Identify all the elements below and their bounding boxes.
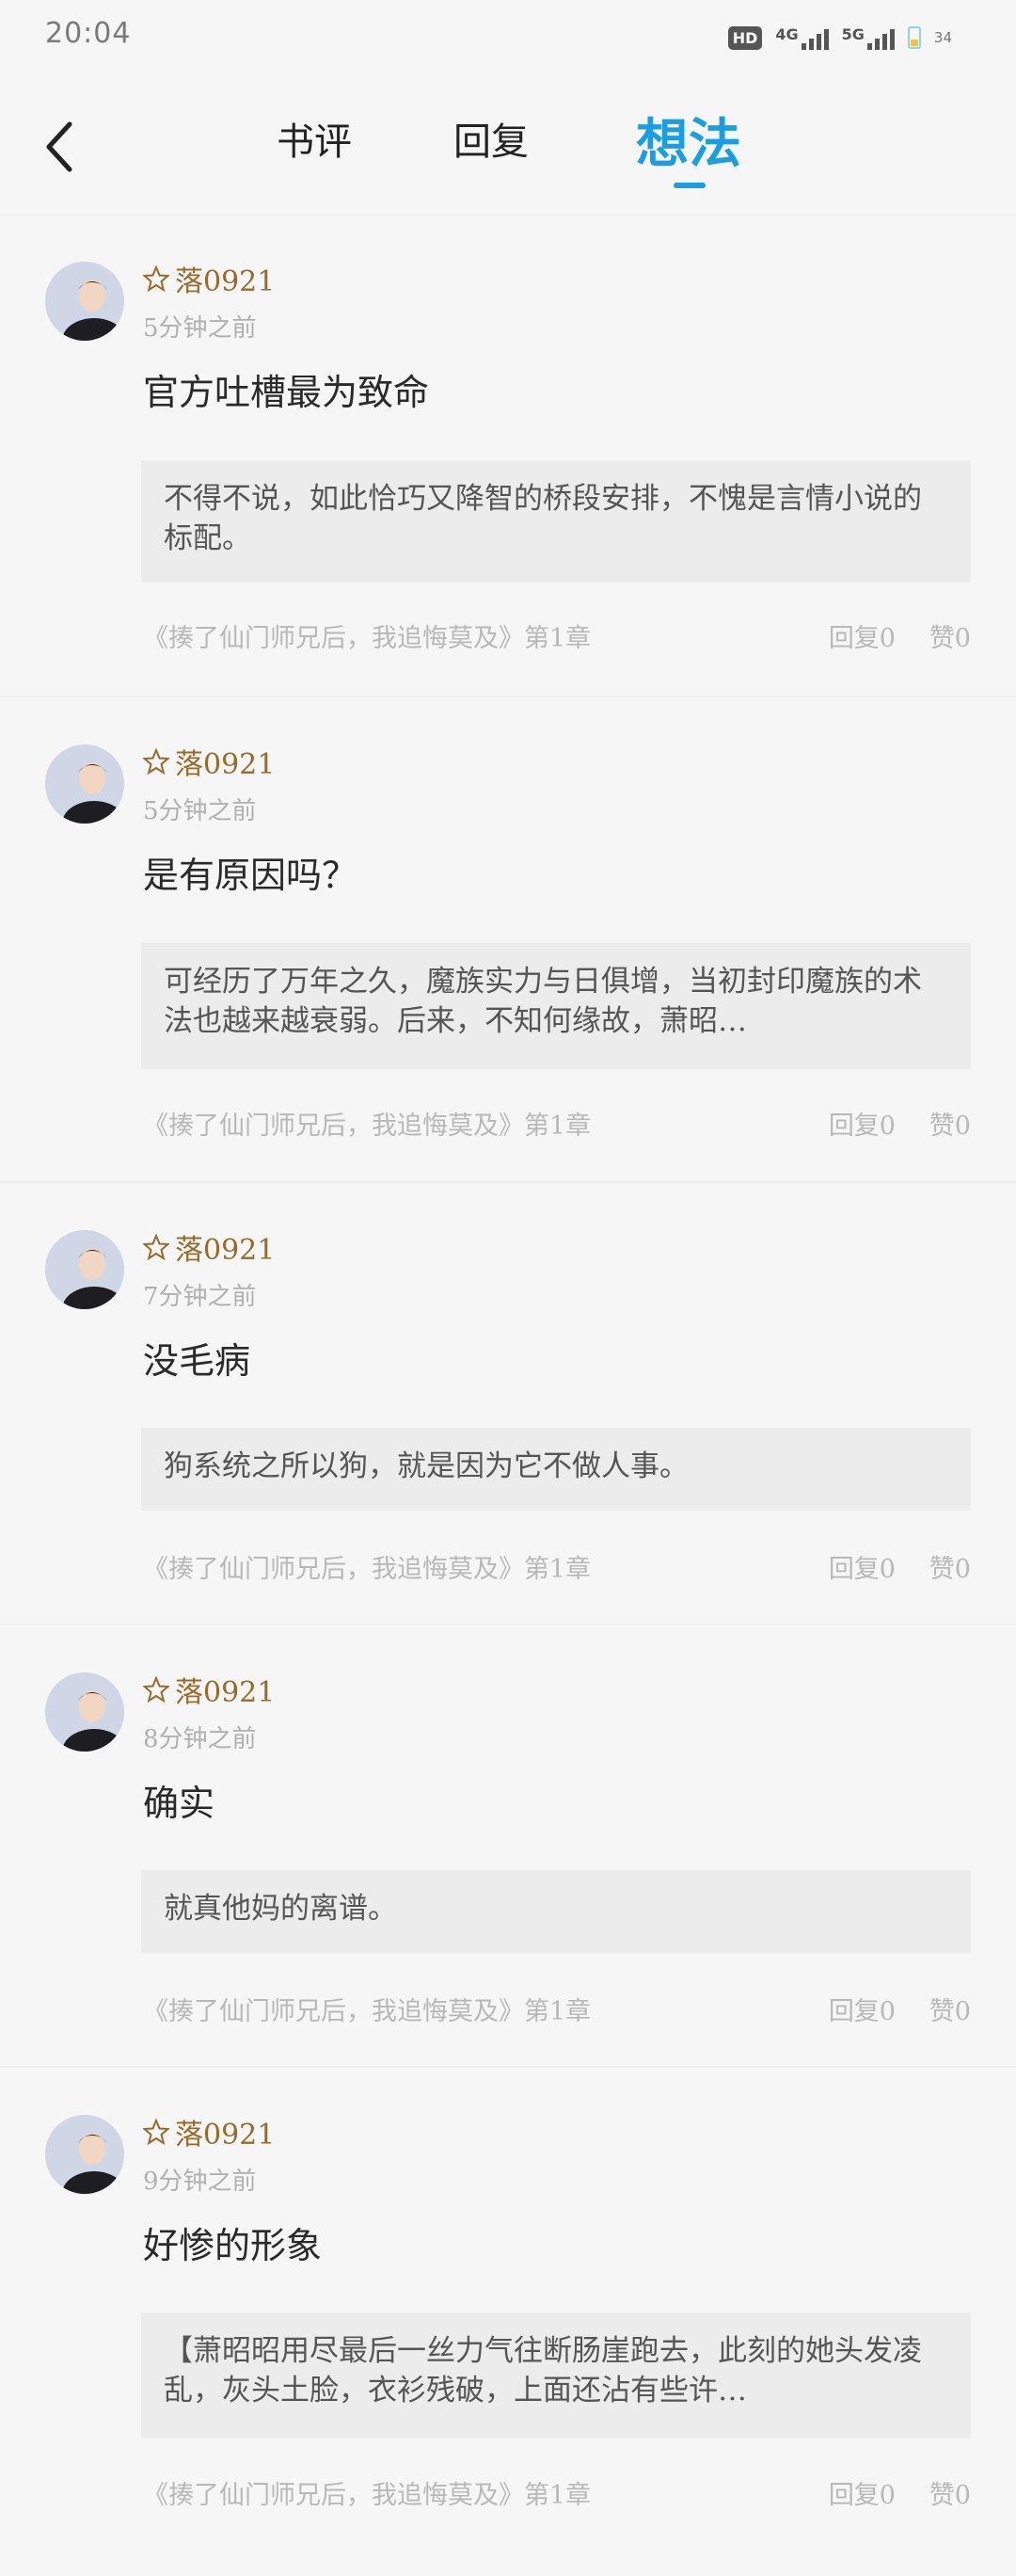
user-info: 落0921 [143,741,275,782]
post-time: 5分钟之前 [143,314,257,343]
status-time: 20:04 [45,17,132,50]
post-title: 好惨的形象 [143,2225,323,2266]
quote-text: 就真他妈的离谱。 [164,1892,397,1926]
post-footer: 《揍了仙门师兄后，我追悔莫及》第1章 回复0 赞0 [143,1105,971,1141]
thought-card[interactable]: 落0921 5分钟之前 是有原因吗？ 可经历了万年之久，魔族实力与日俱增，当初封… [0,697,1016,1183]
star-icon [143,265,169,292]
book-quote[interactable]: 就真他妈的离谱。 [141,1870,971,1953]
tab-replies[interactable]: 回复 [453,111,529,166]
post-title: 是有原因吗？ [143,855,358,896]
cellular-signal-2: 5G [842,25,895,50]
network-type-label: 5G [841,25,865,43]
quote-text: 狗系统之所以狗，就是因为它不做人事。 [164,1449,689,1483]
like-button[interactable]: 赞0 [929,1105,971,1142]
post-title: 官方吐槽最为致命 [143,372,430,413]
book-chapter-link[interactable]: 《揍了仙门师兄后，我追悔莫及》第1章 [143,2474,591,2511]
star-icon [143,1676,169,1703]
chevron-left-icon [46,121,72,172]
book-chapter-link[interactable]: 《揍了仙门师兄后，我追悔莫及》第1章 [143,617,591,654]
back-button[interactable] [41,117,79,177]
book-chapter-link[interactable]: 《揍了仙门师兄后，我追悔莫及》第1章 [143,1991,591,2027]
book-chapter-link[interactable]: 《揍了仙门师兄后，我追悔莫及》第1章 [143,1105,591,1142]
status-icons: HD 4G 5G 34 [727,19,952,56]
thought-card[interactable]: 落0921 8分钟之前 确实 就真他妈的离谱。 《揍了仙门师兄后，我追悔莫及》第… [0,1625,1016,2068]
post-time: 9分钟之前 [143,2168,257,2196]
cellular-signal-1: 4G [775,25,829,50]
avatar[interactable] [45,2115,124,2194]
network-type-label: 4G [775,25,799,43]
thought-card[interactable]: 落0921 7分钟之前 没毛病 狗系统之所以狗，就是因为它不做人事。 《揍了仙门… [0,1183,1016,1625]
star-icon [143,1234,169,1260]
username[interactable]: 落0921 [175,1669,275,1710]
reply-button[interactable]: 回复0 [829,1105,896,1142]
tab-reviews[interactable]: 书评 [277,111,352,166]
thoughts-feed: 落0921 5分钟之前 官方吐槽最为致命 不得不说，如此恰巧又降智的桥段安排，不… [0,215,1016,2576]
user-info: 落0921 [143,2111,275,2152]
hd-voice-badge: HD [727,25,763,50]
signal-bars-icon [801,25,829,50]
signal-bars-icon [866,25,895,50]
active-tab-indicator [674,183,706,188]
post-footer: 《揍了仙门师兄后，我追悔莫及》第1章 回复0 赞0 [143,2474,971,2510]
post-title: 确实 [143,1783,215,1824]
status-bar: 20:04 HD 4G 5G 34 [0,0,1016,73]
post-footer: 《揍了仙门师兄后，我追悔莫及》第1章 回复0 赞0 [143,617,971,653]
battery-icon [907,26,921,49]
quote-text: 不得不说，如此恰巧又降智的桥段安排，不愧是言情小说的标配。 [164,482,922,555]
star-icon [143,2119,169,2145]
star-icon [143,748,169,775]
post-footer: 《揍了仙门师兄后，我追悔莫及》第1章 回复0 赞0 [143,1991,971,2026]
quote-text: 【萧昭昭用尽最后一丝力气往断肠崖跑去，此刻的她头发凌乱，灰头土脸，衣衫残破，上面… [164,2334,922,2408]
reply-button[interactable]: 回复0 [829,2474,896,2511]
battery-level: 34 [933,29,952,46]
book-quote[interactable]: 可经历了万年之久，魔族实力与日俱增，当初封印魔族的术法也越来越衰弱。后来，不知何… [141,943,971,1069]
book-quote[interactable]: 【萧昭昭用尽最后一丝力气往断肠崖跑去，此刻的她头发凌乱，灰头土脸，衣衫残破，上面… [141,2312,971,2439]
like-button[interactable]: 赞0 [929,617,971,654]
book-quote[interactable]: 狗系统之所以狗，就是因为它不做人事。 [141,1428,971,1511]
book-quote[interactable]: 不得不说，如此恰巧又降智的桥段安排，不愧是言情小说的标配。 [141,460,971,583]
like-button[interactable]: 赞0 [929,1548,971,1585]
top-nav: 书评 回复 想法 [0,73,1016,216]
avatar[interactable] [45,1672,124,1752]
tab-thoughts[interactable]: 想法 [636,102,741,178]
post-time: 8分钟之前 [143,1725,257,1753]
post-time: 7分钟之前 [143,1283,257,1311]
username[interactable]: 落0921 [175,1226,275,1268]
post-time: 5分钟之前 [143,797,257,825]
user-info: 落0921 [143,1226,275,1268]
thought-card[interactable]: 落0921 5分钟之前 官方吐槽最为致命 不得不说，如此恰巧又降智的桥段安排，不… [0,215,1016,697]
quote-text: 可经历了万年之久，魔族实力与日俱增，当初封印魔族的术法也越来越衰弱。后来，不知何… [164,965,922,1038]
avatar[interactable] [45,744,124,824]
reply-button[interactable]: 回复0 [829,617,896,654]
avatar[interactable] [45,1230,124,1309]
reply-button[interactable]: 回复0 [829,1991,896,2027]
like-button[interactable]: 赞0 [929,1991,971,2027]
post-footer: 《揍了仙门师兄后，我追悔莫及》第1章 回复0 赞0 [143,1548,971,1584]
avatar[interactable] [45,262,124,341]
username[interactable]: 落0921 [175,258,275,299]
like-button[interactable]: 赞0 [929,2474,971,2511]
username[interactable]: 落0921 [175,741,275,782]
username[interactable]: 落0921 [175,2111,275,2152]
thought-card[interactable]: 落0921 9分钟之前 好惨的形象 【萧昭昭用尽最后一丝力气往断肠崖跑去，此刻的… [0,2068,1016,2576]
reply-button[interactable]: 回复0 [829,1548,896,1585]
post-title: 没毛病 [143,1340,251,1382]
book-chapter-link[interactable]: 《揍了仙门师兄后，我追悔莫及》第1章 [143,1548,591,1585]
user-info: 落0921 [143,1669,275,1710]
user-info: 落0921 [143,258,275,299]
